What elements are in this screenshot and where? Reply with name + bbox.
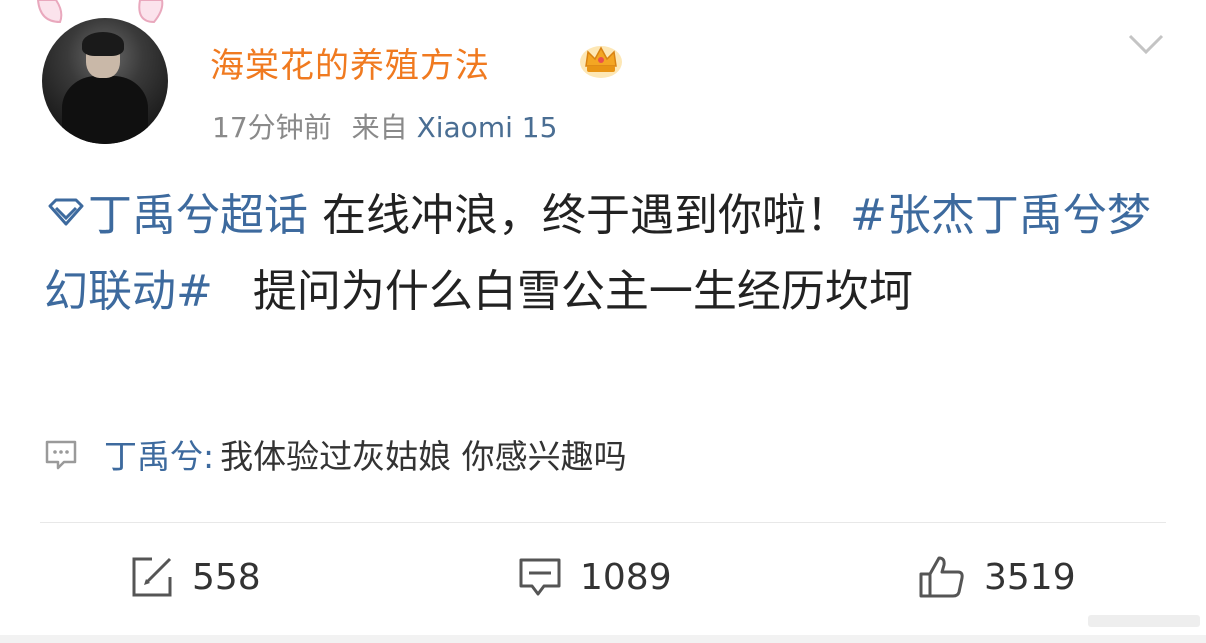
repost-count: 558 [192,556,261,598]
bottom-bar [0,635,1206,643]
post-time: 17分钟前 [212,111,332,144]
avatar[interactable] [42,18,168,144]
comment-text: 我体验过灰姑娘 你感兴趣吗 [220,437,627,476]
post-content: 丁禹兮超话 在线冲浪，终于遇到你啦！#张杰丁禹兮梦幻联动# 提问为什么白雪公主一生… [44,178,1174,330]
post-meta: 17分钟前 来自 Xiaomi 15 [212,106,557,146]
source-prefix: 来自 [351,111,408,144]
like-button[interactable]: 3519 [918,552,1076,602]
comment-count: 1089 [580,556,672,598]
comment-icon [519,558,561,596]
repost-button[interactable]: 558 [130,552,261,602]
comment-author[interactable]: 丁禹兮: [104,430,214,478]
repost-icon [132,557,172,597]
like-count: 3519 [984,556,1076,598]
content-text-2: 提问为什么白雪公主一生经历坎坷 [252,266,913,317]
crown-badge-icon [580,46,622,78]
watermark [1088,615,1200,627]
like-icon [919,556,964,598]
super-topic-diamond-icon [48,198,84,226]
chevron-down-icon[interactable] [1126,30,1166,58]
divider [40,522,1166,523]
supertopic-link[interactable]: 丁禹兮超话 [88,190,308,241]
username[interactable]: 海棠花的养殖方法 [210,38,490,87]
content-text-1: 在线冲浪，终于遇到你啦！ [322,190,850,241]
comment-bubble-icon [45,440,77,470]
device-link[interactable]: Xiaomi 15 [417,111,558,144]
featured-comment[interactable]: 丁禹兮: 我体验过灰姑娘 你感兴趣吗 [44,430,627,478]
comment-button[interactable]: 1089 [518,552,672,602]
